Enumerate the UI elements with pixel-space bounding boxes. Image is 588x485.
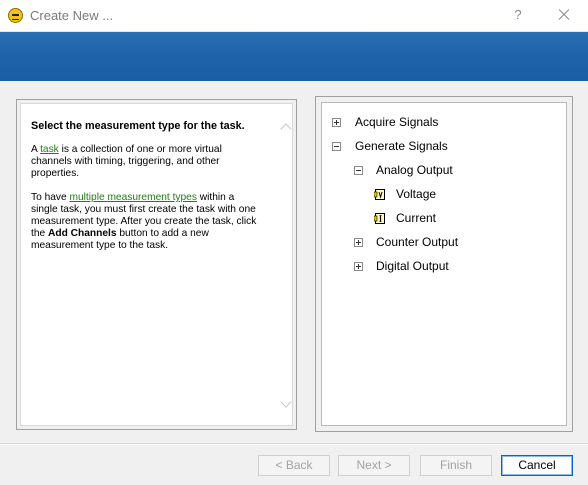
collapse-icon[interactable] [332,142,341,151]
measurement-type-panel: Acquire Signals Generate Signals Analog … [315,96,573,432]
app-icon [8,8,23,23]
tree-item-label: Counter Output [376,235,459,249]
tree-item-label: Analog Output [376,163,453,177]
help-text: Select the measurement type for the task… [31,120,263,264]
help-text-fragment: is a collection of one or more virtual c… [31,144,222,179]
tree-item-current[interactable]: Current [374,210,544,228]
help-text-fragment: To have [31,192,70,203]
tree-item-voltage[interactable]: Voltage [374,186,544,204]
scroll-up-icon[interactable] [280,121,292,135]
tree-item-analog-output[interactable]: Analog Output [354,162,544,180]
finish-button[interactable]: Finish [420,455,492,476]
task-link[interactable]: task [40,144,59,155]
tree-item-label: Current [396,211,437,225]
close-icon[interactable] [553,5,575,25]
tree-item-label: Generate Signals [355,139,448,153]
window-title: Create New ... [30,8,114,23]
help-heading: Select the measurement type for the task… [31,120,245,132]
help-text-fragment: A [31,144,41,155]
chevron-down-icon [280,396,292,408]
expand-icon[interactable] [332,118,341,127]
expand-icon[interactable] [354,262,363,271]
header-banner [0,32,588,81]
voltage-output-icon [374,189,385,200]
help-paragraph-task: A task is a collection of one or more vi… [31,144,263,180]
chevron-up-icon [280,123,292,135]
measurement-type-tree: Acquire Signals Generate Signals Analog … [321,102,567,426]
collapse-icon[interactable] [354,166,363,175]
tree-item-label: Acquire Signals [355,115,439,129]
help-panel: Select the measurement type for the task… [16,99,297,430]
title-bar: Create New ... ? [0,0,588,32]
cancel-button[interactable]: Cancel [501,455,573,476]
tree-item-label: Voltage [396,187,437,201]
tree-item-generate-signals[interactable]: Generate Signals [332,138,532,156]
scroll-down-icon[interactable] [280,396,292,409]
expand-icon[interactable] [354,238,363,247]
back-button[interactable]: < Back [258,455,330,476]
help-paragraph-multiple: To have multiple measurement types withi… [31,192,263,252]
current-output-icon [374,213,385,224]
multiple-measurement-types-link[interactable]: multiple measurement types [70,192,197,203]
footer-separator [0,443,588,445]
tree-item-digital-output[interactable]: Digital Output [354,258,544,276]
help-content-area: Select the measurement type for the task… [20,103,293,426]
tree-item-counter-output[interactable]: Counter Output [354,234,544,252]
tree-item-label: Digital Output [376,259,449,273]
add-channels-text: Add Channels [48,228,117,239]
help-button[interactable]: ? [507,5,529,25]
create-new-dialog: Create New ... ? Select the measurement … [0,0,588,485]
tree-item-acquire-signals[interactable]: Acquire Signals [332,114,532,132]
next-button[interactable]: Next > [338,455,410,476]
